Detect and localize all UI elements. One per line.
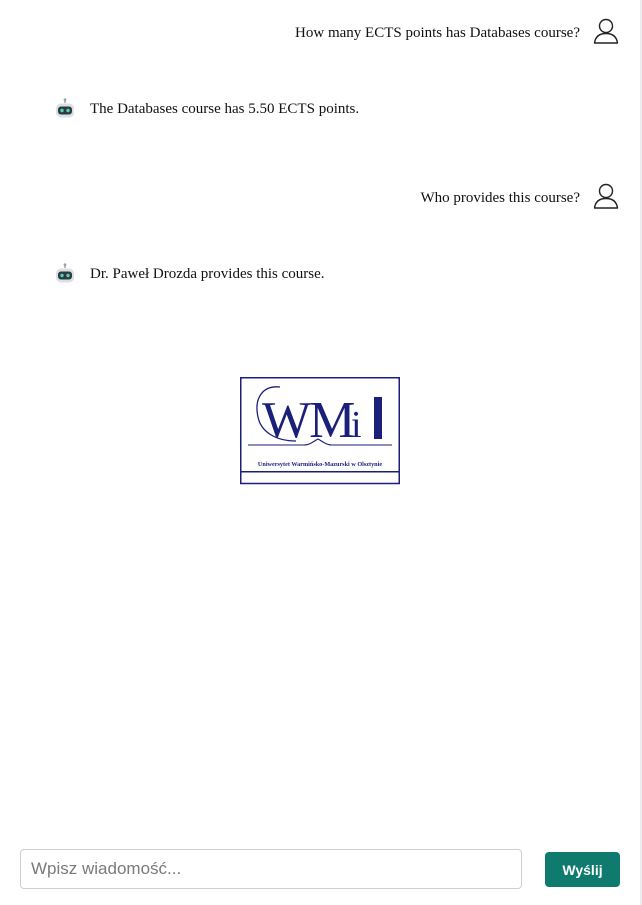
logo-subtitle: Uniwersytet Warmińsko-Mazurski w Olsztyn… [258,461,382,468]
bot-message: Dr. Paweł Drozda provides this course. [54,263,325,285]
bot-message: The Databases course has 5.50 ECTS point… [54,98,359,120]
svg-text:i: i [351,404,362,446]
wmii-logo: WM i Uniwersytet Warmińsko-Mazurski w Ol… [240,377,400,485]
message-text: Who provides this course? [420,190,580,206]
user-avatar-icon [593,18,619,44]
svg-text:WM: WM [262,392,354,449]
message-text: Dr. Paweł Drozda provides this course. [90,266,325,282]
user-message: How many ECTS points has Databases cours… [295,18,619,44]
message-text: The Databases course has 5.50 ECTS point… [90,101,360,117]
user-message: Who provides this course? [420,183,619,209]
robot-icon [56,98,74,118]
send-button[interactable]: Wyślij [545,852,620,887]
message-input[interactable] [20,849,522,889]
message-text: How many ECTS points has Databases cours… [295,25,580,41]
robot-icon [56,263,74,283]
user-avatar-icon [593,183,619,209]
